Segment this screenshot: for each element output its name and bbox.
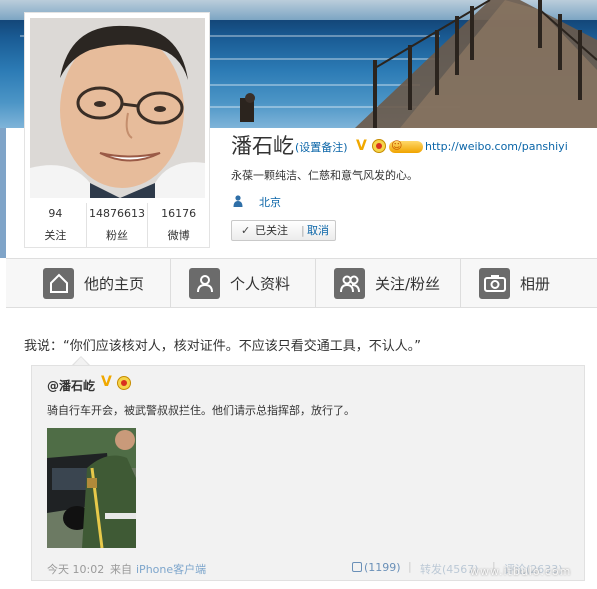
verified-badge[interactable]: V [356,139,367,153]
repost-author-link[interactable]: @潘石屹 [47,377,95,394]
crown-icon[interactable] [372,139,386,153]
profile-stats: 94 关注 14876613 粉丝 16176 微博 [25,203,209,247]
profile-location-link[interactable]: 北京 [259,194,281,210]
source-client-link[interactable]: iPhone客户端 [136,561,206,577]
stat-value: 94 [48,207,63,220]
person-location-icon [233,195,243,207]
stat-posts[interactable]: 16176 微博 [148,203,209,247]
like-button[interactable]: (1199) [352,561,401,574]
nav-divider [315,259,316,307]
separator: | [301,224,305,237]
home-icon [43,267,74,299]
avatar-photo [30,18,205,198]
repost-photo [47,428,136,548]
profile-nav-bar: 他的主页 个人资料 关注/粉丝 相册 [6,258,597,308]
tab-home[interactable]: 他的主页 [43,259,144,307]
avatar[interactable] [30,18,205,198]
person-icon [189,267,220,299]
stat-following[interactable]: 94 关注 [25,203,87,247]
repost-card: @潘石屹 V 骑自行车开会，被武警叔叔拦住。他们请示总指挥部，放行了。 今天 1… [31,365,585,581]
repost-image-thumbnail[interactable] [47,428,136,548]
tab-label: 相册 [520,274,551,293]
separator: | [408,560,412,573]
stat-value: 14876613 [89,207,145,220]
tab-profile-info[interactable]: 个人资料 [189,259,290,307]
set-remark-link[interactable]: (设置备注) [295,139,348,155]
crown-icon[interactable] [117,376,131,390]
thumbs-up-icon [352,562,362,572]
tab-album[interactable]: 相册 [479,259,550,307]
post-timestamp[interactable]: 今天 10:02 [47,561,104,577]
avatar-card: 94 关注 14876613 粉丝 16176 微博 [24,12,210,248]
tab-following-followers[interactable]: 关注/粉丝 [334,259,440,307]
nav-divider [170,259,171,307]
profile-url-link[interactable]: http://weibo.com/panshiyi [425,140,568,153]
profile-name: 潘石屹 [231,134,294,158]
people-icon [334,267,365,299]
stat-label: 微博 [167,229,190,242]
member-club-icon[interactable] [389,139,423,153]
stat-followers[interactable]: 14876613 粉丝 [87,203,149,247]
repost-text: 骑自行车开会，被武警叔叔拦住。他们请示总指挥部，放行了。 [47,404,355,417]
source-label: 来自 [110,563,132,576]
stat-label: 粉丝 [106,229,128,242]
watermark: www.itbulo.com [470,565,572,578]
followed-status: 已关注 [255,224,288,237]
check-icon: ✓ [241,224,251,237]
like-count: (1199) [364,561,401,574]
tab-label: 他的主页 [84,274,145,293]
post-text: 我说：“你们应该核对人，核对证件。不应该只看交通工具，不认人。” [24,339,421,354]
tab-label: 关注/粉丝 [375,274,441,293]
nav-divider [460,259,461,307]
verified-badge[interactable]: V [101,374,112,390]
stat-label: 关注 [44,229,67,242]
camera-icon [479,267,510,299]
stat-value: 16176 [161,207,197,220]
unfollow-link[interactable]: 取消 [307,221,329,240]
tab-label: 个人资料 [230,274,291,293]
profile-bio: 永葆一颗纯洁、仁慈和意气风发的心。 [231,169,418,182]
follow-status-button: ✓ 已关注 | 取消 [231,220,336,241]
left-edge-strip [0,128,6,258]
